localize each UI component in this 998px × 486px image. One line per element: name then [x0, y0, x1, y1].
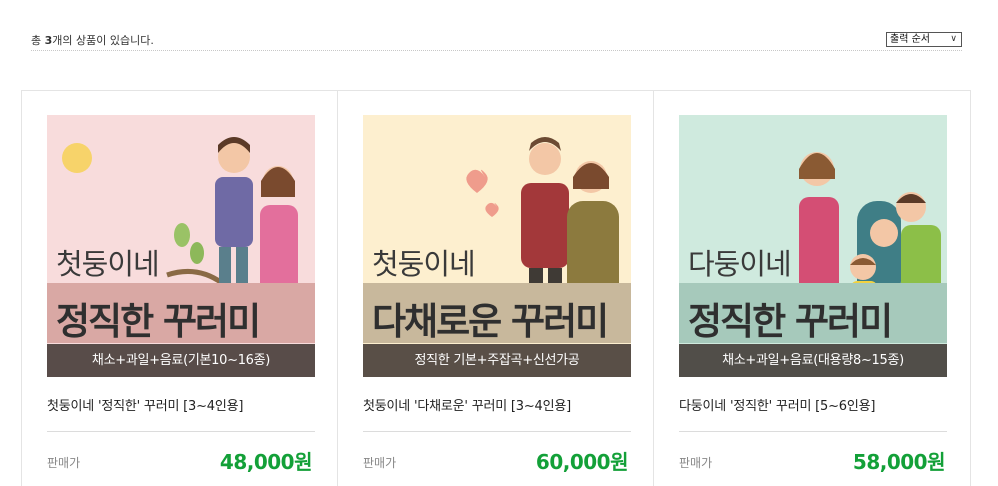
chevron-down-icon[interactable]: ∨ — [950, 33, 957, 46]
product-card[interactable]: 다둥이네 정직한 꾸러미 채소+과일+음료(대용량8~15종) 다둥이네 '정직… — [654, 91, 970, 486]
divider — [47, 431, 315, 432]
thumbnail-headline: 정직한 꾸러미 — [688, 300, 893, 343]
product-name-link[interactable]: 다둥이네 '정직한' 꾸러미 [5~6인용] — [679, 395, 875, 414]
sort-order-label: 출력 순서 — [890, 34, 930, 45]
thumbnail-brand: 다둥이네 — [688, 247, 792, 281]
product-price: 58,000원 — [852, 450, 946, 474]
thumbnail-brand: 첫둥이네 — [372, 247, 476, 281]
price-label: 판매가 — [679, 456, 713, 470]
thumbnail-headline: 정직한 꾸러미 — [56, 300, 261, 343]
price-label: 판매가 — [47, 456, 81, 470]
thumbnail-caption: 정직한 기본+주잡곡+신선가공 — [363, 344, 631, 377]
divider — [363, 431, 631, 432]
product-list: 첫둥이네 정직한 꾸러미 채소+과일+음료(기본10~16종) 첫둥이네 '정직… — [21, 90, 971, 486]
product-price: 48,000원 — [219, 450, 313, 474]
thumbnail-caption: 채소+과일+음료(대용량8~15종) — [679, 344, 947, 377]
product-count-text: 총 3개의 상품이 있습니다. — [31, 34, 154, 47]
list-header: 총 3개의 상품이 있습니다. 출력 순서 ∨ — [31, 28, 962, 51]
product-thumbnail[interactable]: 첫둥이네 다채로운 꾸러미 정직한 기본+주잡곡+신선가공 — [363, 115, 631, 377]
product-card[interactable]: 첫둥이네 정직한 꾸러미 채소+과일+음료(기본10~16종) 첫둥이네 '정직… — [22, 91, 338, 486]
product-name-link[interactable]: 첫둥이네 '정직한' 꾸러미 [3~4인용] — [47, 395, 243, 414]
sort-order-select[interactable]: 출력 순서 ∨ — [886, 32, 962, 47]
thumbnail-caption: 채소+과일+음료(기본10~16종) — [47, 344, 315, 377]
thumbnail-brand: 첫둥이네 — [56, 247, 160, 281]
product-thumbnail[interactable]: 첫둥이네 정직한 꾸러미 채소+과일+음료(기본10~16종) — [47, 115, 315, 377]
price-label: 판매가 — [363, 456, 397, 470]
product-card[interactable]: 첫둥이네 다채로운 꾸러미 정직한 기본+주잡곡+신선가공 첫둥이네 '다채로운… — [338, 91, 654, 486]
thumbnail-headline: 다채로운 꾸러미 — [372, 300, 609, 343]
product-price: 60,000원 — [535, 450, 629, 474]
product-name-link[interactable]: 첫둥이네 '다채로운' 꾸러미 [3~4인용] — [363, 395, 571, 414]
product-thumbnail[interactable]: 다둥이네 정직한 꾸러미 채소+과일+음료(대용량8~15종) — [679, 115, 947, 377]
divider — [679, 431, 947, 432]
